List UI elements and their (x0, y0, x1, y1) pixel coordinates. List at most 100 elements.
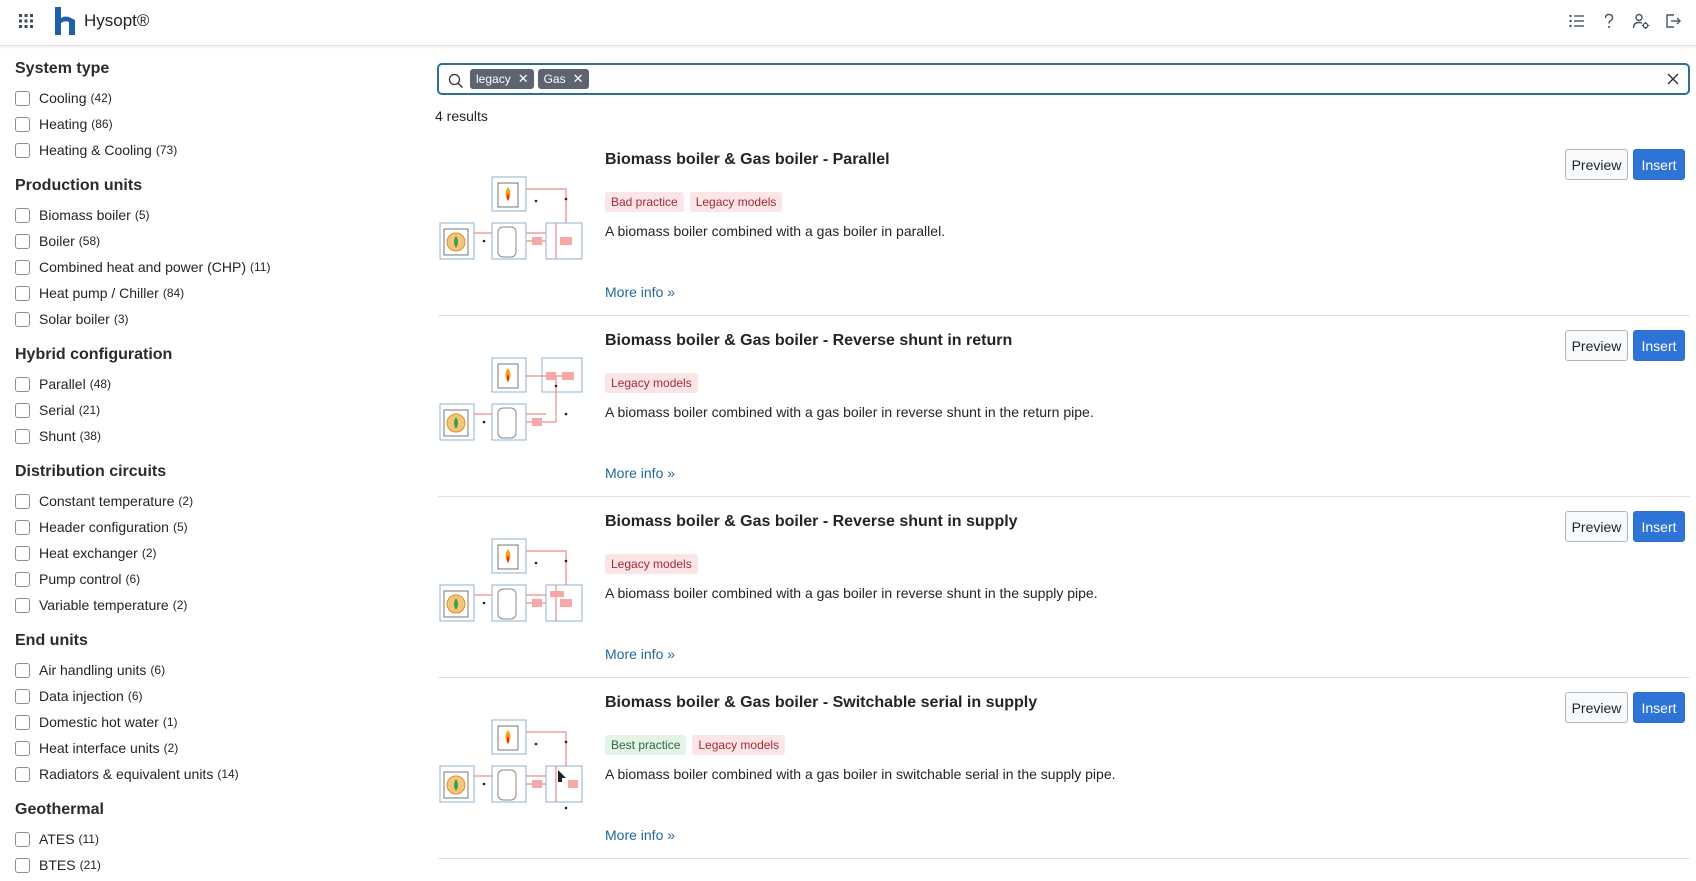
filter-heat-exchanger[interactable]: Heat exchanger (2) (15, 540, 415, 566)
filter-pump-control[interactable]: Pump control (6) (15, 566, 415, 592)
filter-heat-interface-units[interactable]: Heat interface units (2) (15, 735, 415, 761)
checkbox[interactable] (15, 142, 30, 158)
checkbox[interactable] (15, 259, 30, 275)
list-icon[interactable] (1568, 12, 1586, 30)
filter-label: Constant temperature (39, 493, 175, 509)
filter-serial[interactable]: Serial (21) (15, 397, 415, 423)
filter-label: Variable temperature (39, 597, 169, 613)
schematic-thumbnail[interactable] (438, 718, 586, 813)
filter-biomass-boiler[interactable]: Biomass boiler (5) (15, 202, 415, 228)
checkbox[interactable] (15, 493, 30, 509)
filter-chip-gas: Gas ✕ (537, 69, 589, 89)
result-item: Biomass boiler & Gas boiler - Reverse sh… (438, 316, 1690, 497)
user-settings-icon[interactable] (1632, 12, 1650, 30)
filter-radiators[interactable]: Radiators & equivalent units (14) (15, 761, 415, 787)
filter-label: Radiators & equivalent units (39, 766, 214, 782)
filter-cooling[interactable]: Cooling (42) (15, 85, 415, 111)
result-title[interactable]: Biomass boiler & Gas boiler - Reverse sh… (605, 332, 1012, 350)
checkbox[interactable] (15, 376, 30, 392)
checkbox[interactable] (15, 688, 30, 704)
checkbox[interactable] (15, 740, 30, 756)
more-info-link[interactable]: More info » (605, 827, 675, 843)
insert-button[interactable]: Insert (1633, 692, 1685, 723)
filter-constant-temperature[interactable]: Constant temperature (2) (15, 488, 415, 514)
filter-heat-pump-chiller[interactable]: Heat pump / Chiller (84) (15, 280, 415, 306)
hysopt-logo-icon (55, 7, 75, 35)
search-bar[interactable]: legacy ✕ Gas ✕ (437, 63, 1690, 95)
filter-boiler[interactable]: Boiler (58) (15, 228, 415, 254)
checkbox[interactable] (15, 90, 30, 106)
filter-label: Air handling units (39, 662, 147, 678)
schematic-thumbnail[interactable] (438, 356, 586, 451)
filter-group-title: End units (15, 632, 88, 649)
filter-parallel[interactable]: Parallel (48) (15, 371, 415, 397)
filter-btes[interactable]: BTES (21) (15, 852, 415, 878)
filter-shunt[interactable]: Shunt (38) (15, 423, 415, 449)
preview-button[interactable]: Preview (1565, 511, 1628, 542)
filter-solar-boiler[interactable]: Solar boiler (3) (15, 306, 415, 332)
filter-count: (6) (125, 572, 141, 586)
checkbox[interactable] (15, 545, 30, 561)
chip-remove-icon[interactable]: ✕ (518, 69, 529, 89)
filter-count: (6) (150, 663, 166, 677)
checkbox[interactable] (15, 519, 30, 535)
checkbox[interactable] (15, 233, 30, 249)
filter-label: Heat interface units (39, 740, 160, 756)
checkbox[interactable] (15, 831, 30, 847)
preview-button[interactable]: Preview (1565, 692, 1628, 723)
filter-domestic-hot-water[interactable]: Domestic hot water (1) (15, 709, 415, 735)
preview-button[interactable]: Preview (1565, 149, 1628, 180)
checkbox[interactable] (15, 766, 30, 782)
filter-heating-cooling[interactable]: Heating & Cooling (73) (15, 137, 415, 163)
schematic-thumbnail[interactable] (438, 175, 586, 270)
result-title[interactable]: Biomass boiler & Gas boiler - Switchable… (605, 694, 1037, 712)
preview-button[interactable]: Preview (1565, 330, 1628, 361)
schematic-thumbnail[interactable] (438, 537, 586, 632)
filter-ates[interactable]: ATES (11) (15, 826, 415, 852)
filter-air-handling-units[interactable]: Air handling units (6) (15, 657, 415, 683)
checkbox[interactable] (15, 571, 30, 587)
filter-variable-temperature[interactable]: Variable temperature (2) (15, 592, 415, 618)
checkbox[interactable] (15, 714, 30, 730)
checkbox[interactable] (15, 402, 30, 418)
filter-count: (21) (78, 403, 101, 417)
filter-heating[interactable]: Heating (86) (15, 111, 415, 137)
filter-group-distribution-circuits: Distribution circuits Constant temperatu… (15, 461, 415, 618)
insert-button[interactable]: Insert (1633, 511, 1685, 542)
filter-data-injection[interactable]: Data injection (6) (15, 683, 415, 709)
app-logo[interactable]: Hysopt® (54, 7, 149, 35)
more-info-link[interactable]: More info » (605, 284, 675, 300)
checkbox[interactable] (15, 597, 30, 613)
checkbox[interactable] (15, 662, 30, 678)
logout-icon[interactable] (1664, 12, 1682, 30)
filter-count: (2) (141, 546, 157, 560)
filter-chp[interactable]: Combined heat and power (CHP) (11) (15, 254, 415, 280)
checkbox[interactable] (15, 857, 30, 873)
chip-label: Gas (543, 72, 566, 86)
filter-label: Heat exchanger (39, 545, 138, 561)
filter-group-geothermal: Geothermal ATES (11) BTES (21) (15, 799, 415, 878)
filter-header-configuration[interactable]: Header configuration (5) (15, 514, 415, 540)
result-item: Biomass boiler & Gas boiler - Switchable… (438, 678, 1690, 859)
insert-button[interactable]: Insert (1633, 149, 1685, 180)
more-info-link[interactable]: More info » (605, 646, 675, 662)
help-icon[interactable] (1600, 12, 1618, 30)
result-title[interactable]: Biomass boiler & Gas boiler - Reverse sh… (605, 513, 1018, 531)
checkbox[interactable] (15, 116, 30, 132)
filter-count: (5) (172, 520, 188, 534)
filter-count: (2) (178, 494, 194, 508)
more-info-link[interactable]: More info » (605, 465, 675, 481)
apps-grid-icon[interactable] (18, 13, 34, 29)
result-title[interactable]: Biomass boiler & Gas boiler - Parallel (605, 151, 890, 169)
chip-remove-icon[interactable]: ✕ (573, 69, 584, 89)
checkbox[interactable] (15, 207, 30, 223)
insert-button[interactable]: Insert (1633, 330, 1685, 361)
checkbox[interactable] (15, 285, 30, 301)
filter-label: Combined heat and power (CHP) (39, 259, 246, 275)
filter-label: ATES (39, 831, 75, 847)
checkbox[interactable] (15, 311, 30, 327)
filter-count: (86) (91, 117, 113, 131)
checkbox[interactable] (15, 428, 30, 444)
clear-search-icon[interactable] (1666, 72, 1680, 86)
search-input[interactable] (592, 67, 1666, 91)
